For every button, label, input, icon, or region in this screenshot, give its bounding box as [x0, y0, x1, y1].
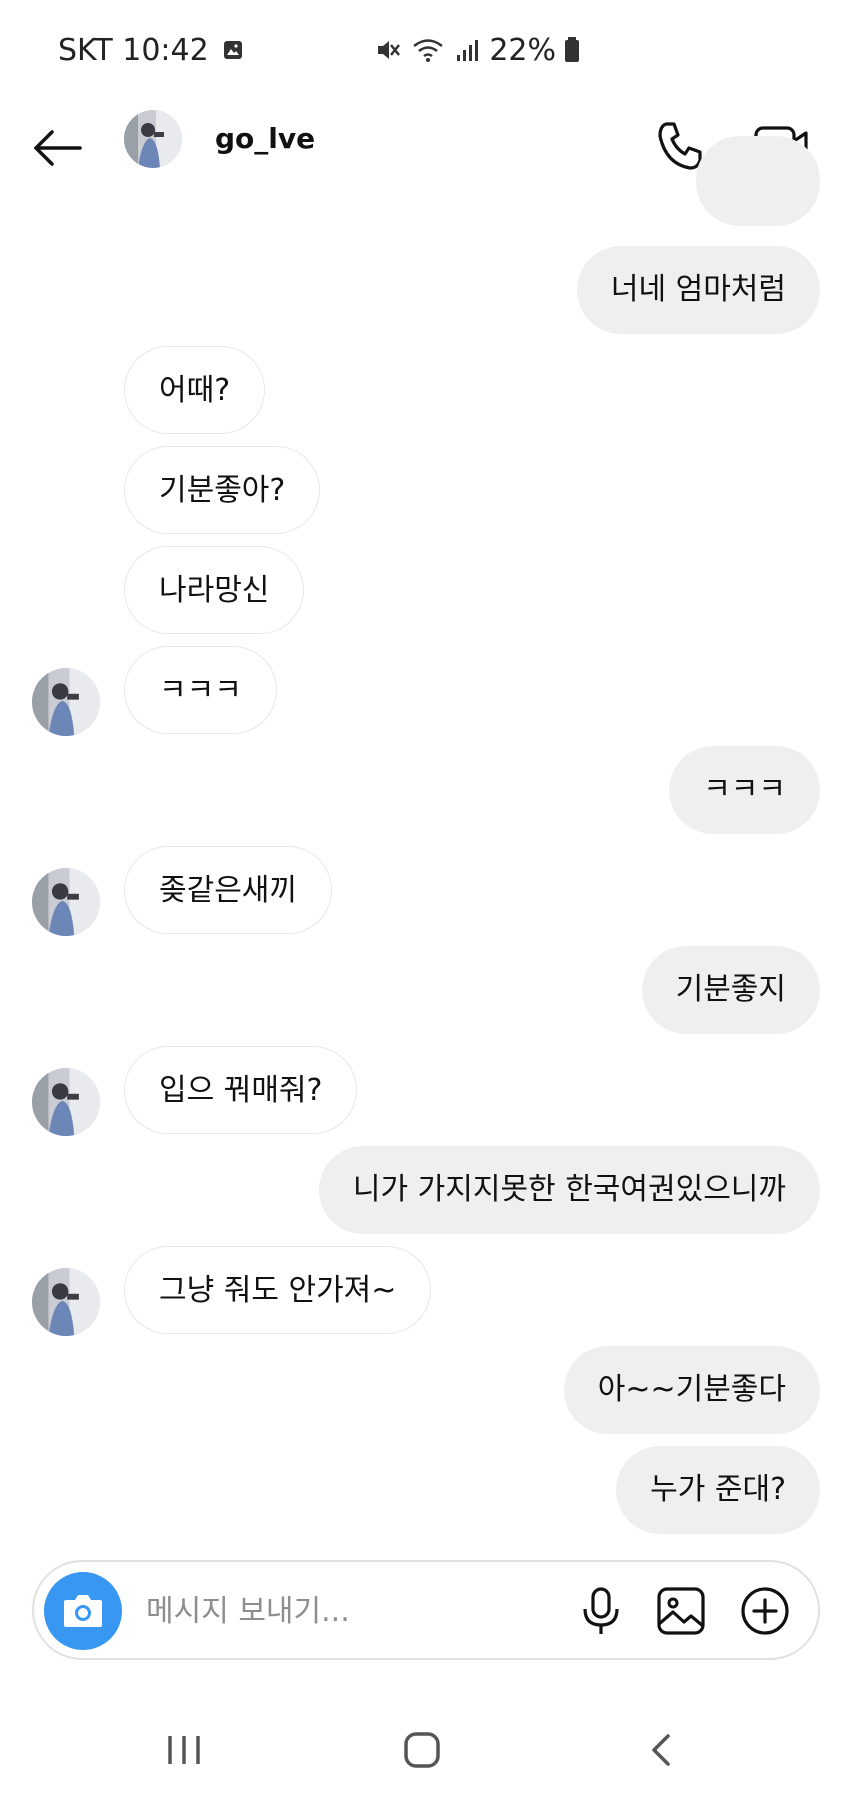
camera-button[interactable]	[44, 1572, 122, 1650]
home-icon[interactable]	[400, 1728, 444, 1772]
message-bubble-out[interactable]: ㅋㅋㅋ	[669, 746, 820, 834]
message-bubble-in[interactable]: ㅋㅋㅋ	[124, 646, 277, 734]
message-bubble-out[interactable]: 니가 가지지못한 한국여권있으니까	[318, 1146, 820, 1234]
message-bubble-out[interactable]: 아~~기분좋다	[563, 1346, 820, 1434]
message-bubble-in[interactable]: 어때?	[124, 346, 266, 434]
recents-icon[interactable]	[162, 1730, 206, 1770]
message-bubble-in[interactable]: 기분좋아?	[124, 446, 321, 534]
message-list[interactable]: 너네 엄마처럼 어때? 기분좋아? 나라망신 ㅋㅋㅋ ㅋㅋㅋ 좆같은새끼 기분좋…	[0, 136, 850, 1558]
message-bubble-in[interactable]: 입으 꿔매줘?	[124, 1046, 358, 1134]
microphone-icon[interactable]	[574, 1584, 628, 1638]
back-icon[interactable]	[640, 1728, 684, 1772]
avatar[interactable]	[32, 868, 100, 936]
message-composer	[32, 1560, 820, 1660]
carrier-time: SKT 10:42	[58, 32, 209, 68]
avatar[interactable]	[32, 668, 100, 736]
message-bubble-out[interactable]	[696, 136, 820, 226]
message-input[interactable]	[144, 1588, 498, 1634]
plus-icon[interactable]	[738, 1584, 792, 1638]
battery-icon	[565, 37, 579, 62]
message-bubble-in[interactable]: 나라망신	[124, 546, 305, 634]
message-bubble-out[interactable]: 누가 준대?	[616, 1446, 820, 1534]
chat-username[interactable]: go_lve	[215, 122, 315, 155]
avatar[interactable]	[32, 1268, 100, 1336]
wifi-icon	[413, 39, 444, 62]
status-bar: SKT 10:42 22%	[0, 0, 850, 100]
message-bubble-out[interactable]: 너네 엄마처럼	[576, 246, 820, 334]
mute-icon	[378, 41, 401, 59]
message-bubble-in[interactable]: 좆같은새끼	[124, 846, 332, 934]
status-right: 22%	[375, 30, 580, 70]
gallery-icon	[223, 41, 242, 59]
system-nav-bar	[0, 1700, 850, 1795]
back-arrow-icon[interactable]	[30, 120, 86, 176]
battery-percent: 22%	[489, 32, 556, 68]
image-icon[interactable]	[654, 1584, 708, 1638]
status-left: SKT 10:42	[58, 30, 243, 70]
camera-icon	[64, 1595, 102, 1627]
avatar[interactable]	[32, 1068, 100, 1136]
message-bubble-out[interactable]: 기분좋지	[641, 946, 820, 1034]
message-bubble-in[interactable]: 그냥 줘도 안가져~	[124, 1246, 432, 1334]
signal-icon	[457, 40, 479, 61]
avatar[interactable]	[124, 110, 182, 168]
